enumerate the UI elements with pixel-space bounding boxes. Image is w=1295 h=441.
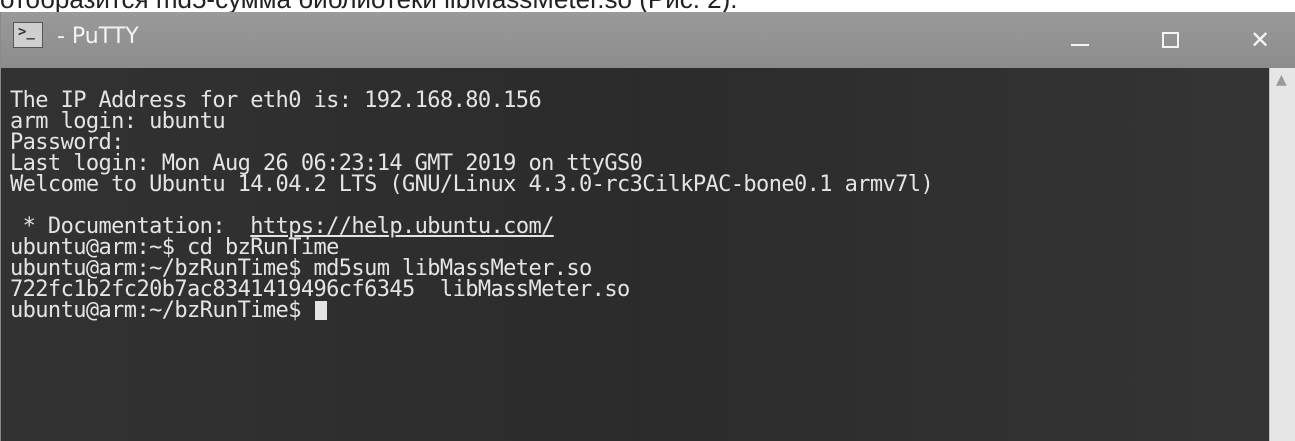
terminal-line: 722fc1b2fc20b7ac8341419496cf6345 libMass… bbox=[10, 277, 630, 302]
document-caption: отобразится md5-сумма библиотеки libMass… bbox=[0, 0, 738, 12]
maximize-icon bbox=[1161, 32, 1179, 48]
putty-terminal-icon[interactable]: >_ bbox=[13, 22, 43, 48]
terminal-line: Password: bbox=[10, 130, 124, 155]
title-bar[interactable]: >_ - PuTTY ✕ bbox=[1, 12, 1295, 68]
terminal-output: The IP Address for eth0 is: 192.168.80.1… bbox=[10, 88, 934, 323]
window-title: - PuTTY bbox=[57, 24, 139, 49]
terminal-line: ubuntu@arm:~/bzRunTime$ md5sum libMassMe… bbox=[10, 256, 592, 281]
minimize-button[interactable] bbox=[1045, 12, 1115, 68]
prompt: ubuntu@arm:~/bzRunTime$ bbox=[10, 298, 314, 323]
terminal-area[interactable]: The IP Address for eth0 is: 192.168.80.1… bbox=[1, 68, 1269, 441]
terminal-line: Welcome to Ubuntu 14.04.2 LTS (GNU/Linux… bbox=[10, 172, 934, 197]
maximize-button[interactable] bbox=[1135, 12, 1205, 68]
terminal-line-documentation: * Documentation: https://help.ubuntu.com… bbox=[10, 216, 933, 238]
close-button[interactable]: ✕ bbox=[1225, 12, 1295, 68]
close-icon: ✕ bbox=[1249, 26, 1271, 54]
vertical-scrollbar[interactable]: ▲ bbox=[1269, 68, 1295, 441]
terminal-line: arm login: ubuntu bbox=[10, 109, 226, 134]
terminal-line: ubuntu@arm:~$ cd bzRunTime bbox=[10, 235, 339, 260]
putty-window: >_ - PuTTY ✕ The IP Address for eth0 is:… bbox=[0, 12, 1295, 441]
terminal-line: Last login: Mon Aug 26 06:23:14 GMT 2019… bbox=[10, 151, 643, 176]
scroll-up-arrow-icon[interactable]: ▲ bbox=[1276, 72, 1287, 88]
minimize-icon bbox=[1071, 44, 1089, 46]
text-cursor bbox=[315, 301, 328, 320]
terminal-prompt-line: ubuntu@arm:~/bzRunTime$ bbox=[10, 298, 933, 323]
terminal-line: The IP Address for eth0 is: 192.168.80.1… bbox=[10, 88, 542, 113]
